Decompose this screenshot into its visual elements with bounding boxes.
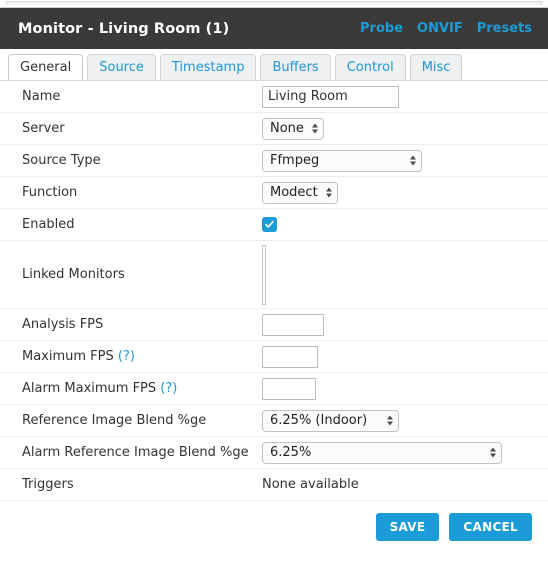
label-triggers: Triggers: [22, 477, 74, 492]
field-analysis-fps: [262, 313, 548, 336]
linked-monitors-listbox[interactable]: [262, 244, 266, 305]
label-alarm-maximum-fps: Alarm Maximum FPS (?): [0, 381, 262, 396]
field-alarm-reference-image-blend: 6.25%: [262, 441, 548, 464]
page-header: Monitor - Living Room (1) Probe ONVIF Pr…: [0, 8, 548, 49]
tab-timestamp[interactable]: Timestamp: [159, 54, 257, 80]
reference-image-blend-value: 6.25% (Indoor): [270, 413, 368, 428]
label-alarm-maximum-fps-text: Alarm Maximum FPS: [22, 381, 157, 396]
row-maximum-fps: Maximum FPS (?): [0, 341, 548, 373]
page-title: Monitor - Living Room (1): [18, 20, 230, 37]
label-reference-image-blend: Reference Image Blend %ge: [22, 413, 207, 428]
general-settings-form: Name Server None Source Type Ffmpeg: [0, 81, 548, 501]
server-select[interactable]: None: [262, 117, 324, 140]
select-updown-icon: [489, 446, 496, 459]
check-icon: [265, 220, 274, 228]
label-analysis-fps: Analysis FPS: [22, 317, 104, 332]
tab-source[interactable]: Source: [87, 54, 156, 80]
maximum-fps-input[interactable]: [262, 345, 318, 368]
function-select[interactable]: Modect: [262, 181, 338, 204]
header-link-onvif[interactable]: ONVIF: [417, 21, 463, 36]
label-source-type: Source Type: [22, 153, 101, 168]
row-server: Server None: [0, 113, 548, 145]
row-linked-monitors: Linked Monitors: [0, 241, 548, 309]
field-maximum-fps: [262, 345, 548, 368]
field-source-type: Ffmpeg: [262, 149, 548, 172]
header-link-presets[interactable]: Presets: [477, 21, 532, 36]
label-function: Function: [22, 185, 78, 200]
maximum-fps-help-link[interactable]: (?): [118, 349, 135, 364]
field-enabled: [262, 217, 548, 232]
tab-buffers[interactable]: Buffers: [260, 54, 331, 80]
source-type-select-value: Ffmpeg: [270, 153, 320, 168]
row-alarm-maximum-fps: Alarm Maximum FPS (?): [0, 373, 548, 405]
label-maximum-fps-text: Maximum FPS: [22, 349, 114, 364]
cancel-button[interactable]: CANCEL: [449, 513, 532, 541]
field-name: [262, 85, 548, 108]
field-triggers: None available: [262, 477, 548, 492]
server-select-value: None: [270, 121, 304, 136]
row-triggers: Triggers None available: [0, 469, 548, 501]
row-reference-image-blend: Reference Image Blend %ge 6.25% (Indoor): [0, 405, 548, 437]
row-source-type: Source Type Ffmpeg: [0, 145, 548, 177]
label-name: Name: [22, 89, 61, 104]
tab-misc[interactable]: Misc: [409, 54, 463, 80]
triggers-value: None available: [262, 477, 359, 492]
alarm-reference-image-blend-value: 6.25%: [270, 445, 312, 460]
enabled-checkbox[interactable]: [262, 217, 277, 232]
alarm-maximum-fps-input[interactable]: [262, 377, 316, 400]
field-linked-monitors: [262, 244, 548, 305]
label-alarm-reference-image-blend: Alarm Reference Image Blend %ge: [22, 445, 249, 460]
select-updown-icon: [386, 414, 393, 427]
tab-bar: General Source Timestamp Buffers Control…: [0, 49, 548, 80]
analysis-fps-input[interactable]: [262, 313, 324, 336]
function-select-value: Modect: [270, 185, 318, 200]
form-footer: SAVE CANCEL: [0, 501, 548, 541]
select-updown-icon: [311, 122, 318, 135]
source-type-select[interactable]: Ffmpeg: [262, 149, 422, 172]
row-alarm-reference-image-blend: Alarm Reference Image Blend %ge 6.25%: [0, 437, 548, 469]
window-top-edge: [0, 1, 548, 8]
alarm-maximum-fps-help-link[interactable]: (?): [160, 381, 177, 396]
field-alarm-maximum-fps: [262, 377, 548, 400]
monitor-config-page: Monitor - Living Room (1) Probe ONVIF Pr…: [0, 1, 548, 582]
window-top-edge-inner: [6, 1, 542, 5]
label-server: Server: [22, 121, 65, 136]
row-analysis-fps: Analysis FPS: [0, 309, 548, 341]
name-input[interactable]: [262, 85, 399, 108]
label-maximum-fps: Maximum FPS (?): [0, 349, 262, 364]
row-function: Function Modect: [0, 177, 548, 209]
label-linked-monitors: Linked Monitors: [22, 267, 125, 282]
header-link-group: Probe ONVIF Presets: [360, 21, 532, 36]
alarm-reference-image-blend-select[interactable]: 6.25%: [262, 441, 502, 464]
save-button[interactable]: SAVE: [375, 513, 440, 541]
label-enabled: Enabled: [22, 217, 75, 232]
select-updown-icon: [325, 186, 332, 199]
header-link-probe[interactable]: Probe: [360, 21, 403, 36]
tab-general[interactable]: General: [8, 54, 84, 80]
reference-image-blend-select[interactable]: 6.25% (Indoor): [262, 409, 399, 432]
field-reference-image-blend: 6.25% (Indoor): [262, 409, 548, 432]
tab-control[interactable]: Control: [334, 54, 406, 80]
row-name: Name: [0, 81, 548, 113]
field-function: Modect: [262, 181, 548, 204]
field-server: None: [262, 117, 548, 140]
row-enabled: Enabled: [0, 209, 548, 241]
select-updown-icon: [409, 154, 416, 167]
